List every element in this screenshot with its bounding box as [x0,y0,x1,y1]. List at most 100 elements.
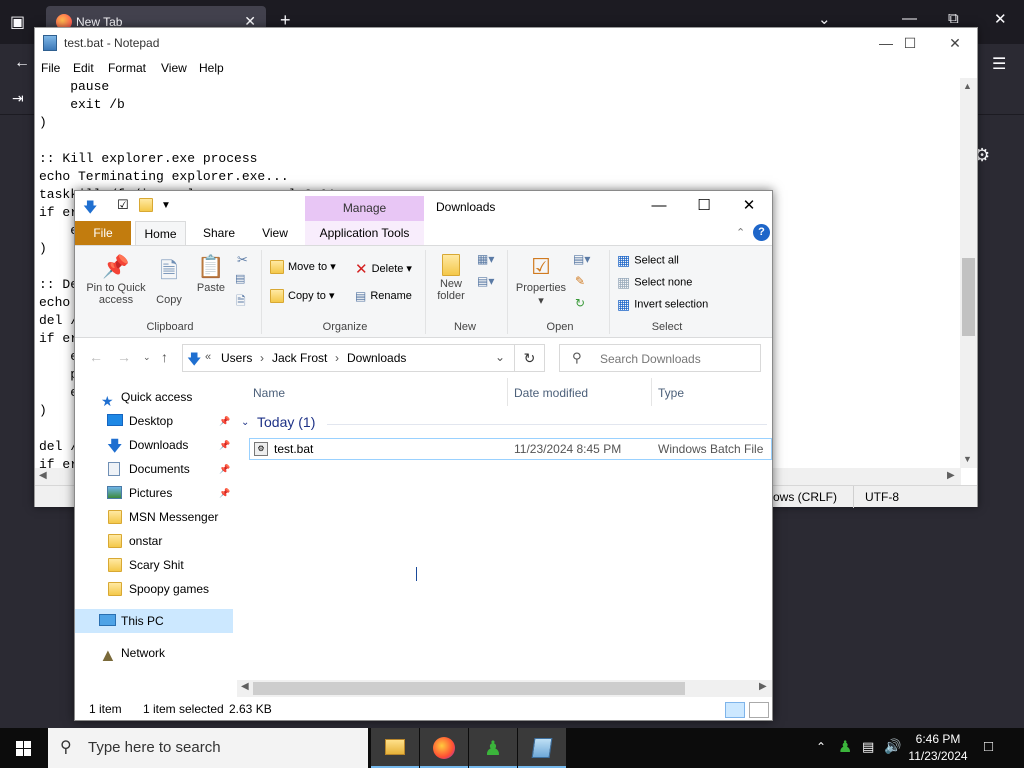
back-button-icon[interactable]: ← [89,349,103,365]
menu-icon[interactable]: ☰ [992,54,1006,74]
new-folder-qat-icon[interactable] [139,198,153,215]
nav-this-pc[interactable]: This PC [75,609,233,633]
scroll-down-icon[interactable]: ▼ [963,454,972,464]
messenger-tray-icon[interactable]: ♟ [838,737,852,757]
address-dropdown-icon[interactable]: ⌄ [495,350,505,364]
explorer-minimize-button[interactable]: — [636,195,682,217]
scroll-left-icon[interactable]: ◀ [241,681,249,692]
file-list-horizontal-scrollbar[interactable]: ◀ ▶ [237,680,772,697]
menu-format[interactable]: Format [108,61,146,75]
tab-file[interactable]: File [75,221,131,245]
breadcrumb-users[interactable]: Users [221,351,252,365]
tab-home[interactable]: Home [135,221,186,245]
nav-documents[interactable]: Documents 📌 [75,457,233,481]
address-bar[interactable]: 🡇 « Users › Jack Frost › Downloads ⌄ [182,344,515,372]
group-header[interactable]: Today (1) [257,414,315,430]
group-collapse-icon[interactable]: ⌄ [241,417,249,428]
nav-pictures[interactable]: Pictures 📌 [75,481,233,505]
rename-button[interactable]: ▤ Rename [355,289,412,303]
close-icon[interactable]: ✕ [994,10,1007,28]
nav-quick-access[interactable]: ★ Quick access [75,385,233,409]
scroll-right-icon[interactable]: ▶ [759,681,767,692]
restore-icon[interactable]: ⧉ [948,10,959,27]
large-icons-view-button[interactable] [749,702,769,718]
menu-help[interactable]: Help [199,61,224,75]
paste-shortcut-icon[interactable]: 🗎 [236,292,246,313]
easy-access-icon[interactable]: ▤▾ [477,274,494,288]
taskbar-search[interactable]: ⚲ Type here to search [48,728,368,768]
minimize-icon[interactable]: — [902,10,917,27]
file-row[interactable]: ⚙ test.bat 11/23/2024 8:45 PM Windows Ba… [249,438,772,460]
recent-locations-icon[interactable]: ⌄ [143,352,151,363]
nav-network[interactable]: ▲ Network [75,641,233,665]
tab-application-tools[interactable]: Application Tools [305,221,424,245]
scroll-thumb[interactable] [962,258,975,336]
tab-list-icon[interactable]: ▣ [10,12,25,32]
import-bookmarks-icon[interactable]: ⇥ [12,90,24,107]
manage-context-tab[interactable]: Manage [305,196,424,221]
nav-onstar[interactable]: onstar [75,529,233,553]
select-none-button[interactable]: ▦ Select none [617,274,692,291]
explorer-maximize-button[interactable]: ☐ [681,195,727,217]
new-item-icon[interactable]: ▦▾ [477,252,494,266]
column-date-modified[interactable]: Date modified [514,386,588,400]
scroll-thumb[interactable] [253,682,685,695]
nav-desktop[interactable]: Desktop 📌 [75,409,233,433]
history-icon[interactable]: ↻ [575,296,585,310]
notepad-maximize-button[interactable]: ☐ [887,32,933,54]
nav-downloads[interactable]: 🡇 Downloads 📌 [75,433,233,457]
help-icon[interactable]: ? [753,224,770,241]
search-box[interactable]: ⚲ Search Downloads [559,344,761,372]
open-icon[interactable]: ▤▾ [573,252,590,266]
clock-date[interactable]: 11/23/2024 [904,749,972,763]
copy-button[interactable]: 🗎 Copy [153,254,185,306]
collapse-ribbon-icon[interactable]: ⌃ [736,226,745,239]
list-all-tabs-icon[interactable]: ⌄ [818,10,831,28]
nav-spoopy-games[interactable]: Spoopy games [75,577,233,601]
back-icon[interactable]: ← [14,54,30,72]
refresh-button[interactable]: ↻ [515,344,545,372]
copy-path-icon[interactable]: ▤ [235,272,245,285]
notepad-vertical-scrollbar[interactable]: ▲ ▼ [960,78,977,468]
taskbar-file-explorer[interactable] [371,728,419,768]
column-divider[interactable] [507,378,508,406]
customize-qat-icon[interactable]: ▼ [161,200,171,211]
column-divider[interactable] [651,378,652,406]
clock-time[interactable]: 6:46 PM [908,732,968,746]
tab-view[interactable]: View [255,221,295,245]
menu-file[interactable]: File [41,61,60,75]
column-type[interactable]: Type [658,386,684,400]
copy-to-button[interactable]: Copy to ▾ [270,289,335,304]
nav-msn-messenger[interactable]: MSN Messenger [75,505,233,529]
breadcrumb-chevron-icon[interactable]: › [260,351,264,365]
notepad-close-button[interactable]: ✕ [932,32,978,54]
explorer-close-button[interactable]: ✕ [726,195,772,217]
delete-button[interactable]: ✕ Delete ▾ [355,260,412,278]
breadcrumb-overflow-icon[interactable]: « [205,351,211,363]
notifications-icon[interactable]: □ [984,738,993,755]
nav-scary-shit[interactable]: Scary Shit [75,553,233,577]
breadcrumb-jack-frost[interactable]: Jack Frost [272,351,327,365]
cut-icon[interactable]: ✂ [237,252,248,268]
breadcrumb-downloads[interactable]: Downloads [347,351,406,365]
details-view-button[interactable] [725,702,745,718]
invert-selection-button[interactable]: ▦ Invert selection [617,296,708,313]
taskbar-notepad[interactable] [518,728,566,768]
show-hidden-icons-icon[interactable]: ⌃ [816,740,826,754]
taskbar-firefox[interactable] [420,728,468,768]
column-name[interactable]: Name [253,386,285,400]
forward-button-icon[interactable]: → [117,349,131,365]
start-button[interactable] [0,728,48,768]
tab-share[interactable]: Share [199,221,239,245]
pin-to-quick-access-button[interactable]: 📌 Pin to Quick access [81,254,151,306]
scroll-left-icon[interactable]: ◀ [39,470,47,481]
edit-icon[interactable]: ✎ [575,274,585,288]
paste-button[interactable]: 📋 Paste [193,254,229,294]
volume-icon[interactable]: 🔊 [884,738,901,755]
breadcrumb-chevron-icon[interactable]: › [335,351,339,365]
up-button-icon[interactable]: ↑ [161,349,168,365]
menu-edit[interactable]: Edit [73,61,94,75]
move-to-button[interactable]: Move to ▾ [270,260,336,275]
network-tray-icon[interactable]: ▤ [862,739,874,755]
taskbar-messenger[interactable]: ♟ [469,728,517,768]
